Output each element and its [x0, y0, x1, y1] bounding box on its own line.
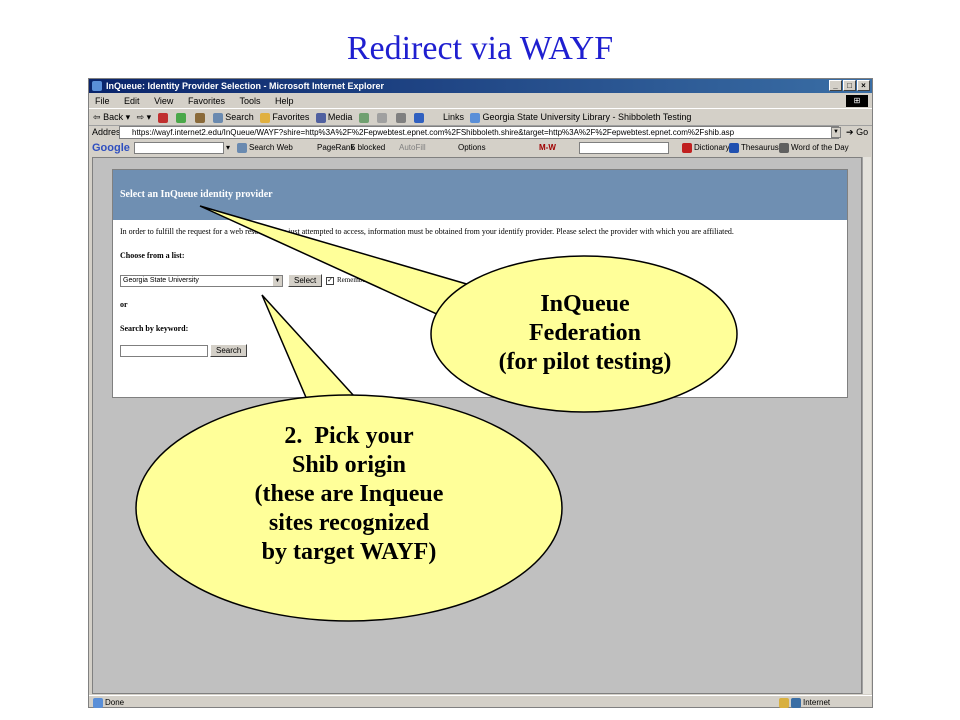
federation-callout-pointer: [199, 205, 472, 321]
federation-callout-text: InQueue Federation (for pilot testing): [498, 291, 672, 375]
pick-callout-text: 2. Pick your Shib origin (these are Inqu…: [254, 423, 444, 565]
